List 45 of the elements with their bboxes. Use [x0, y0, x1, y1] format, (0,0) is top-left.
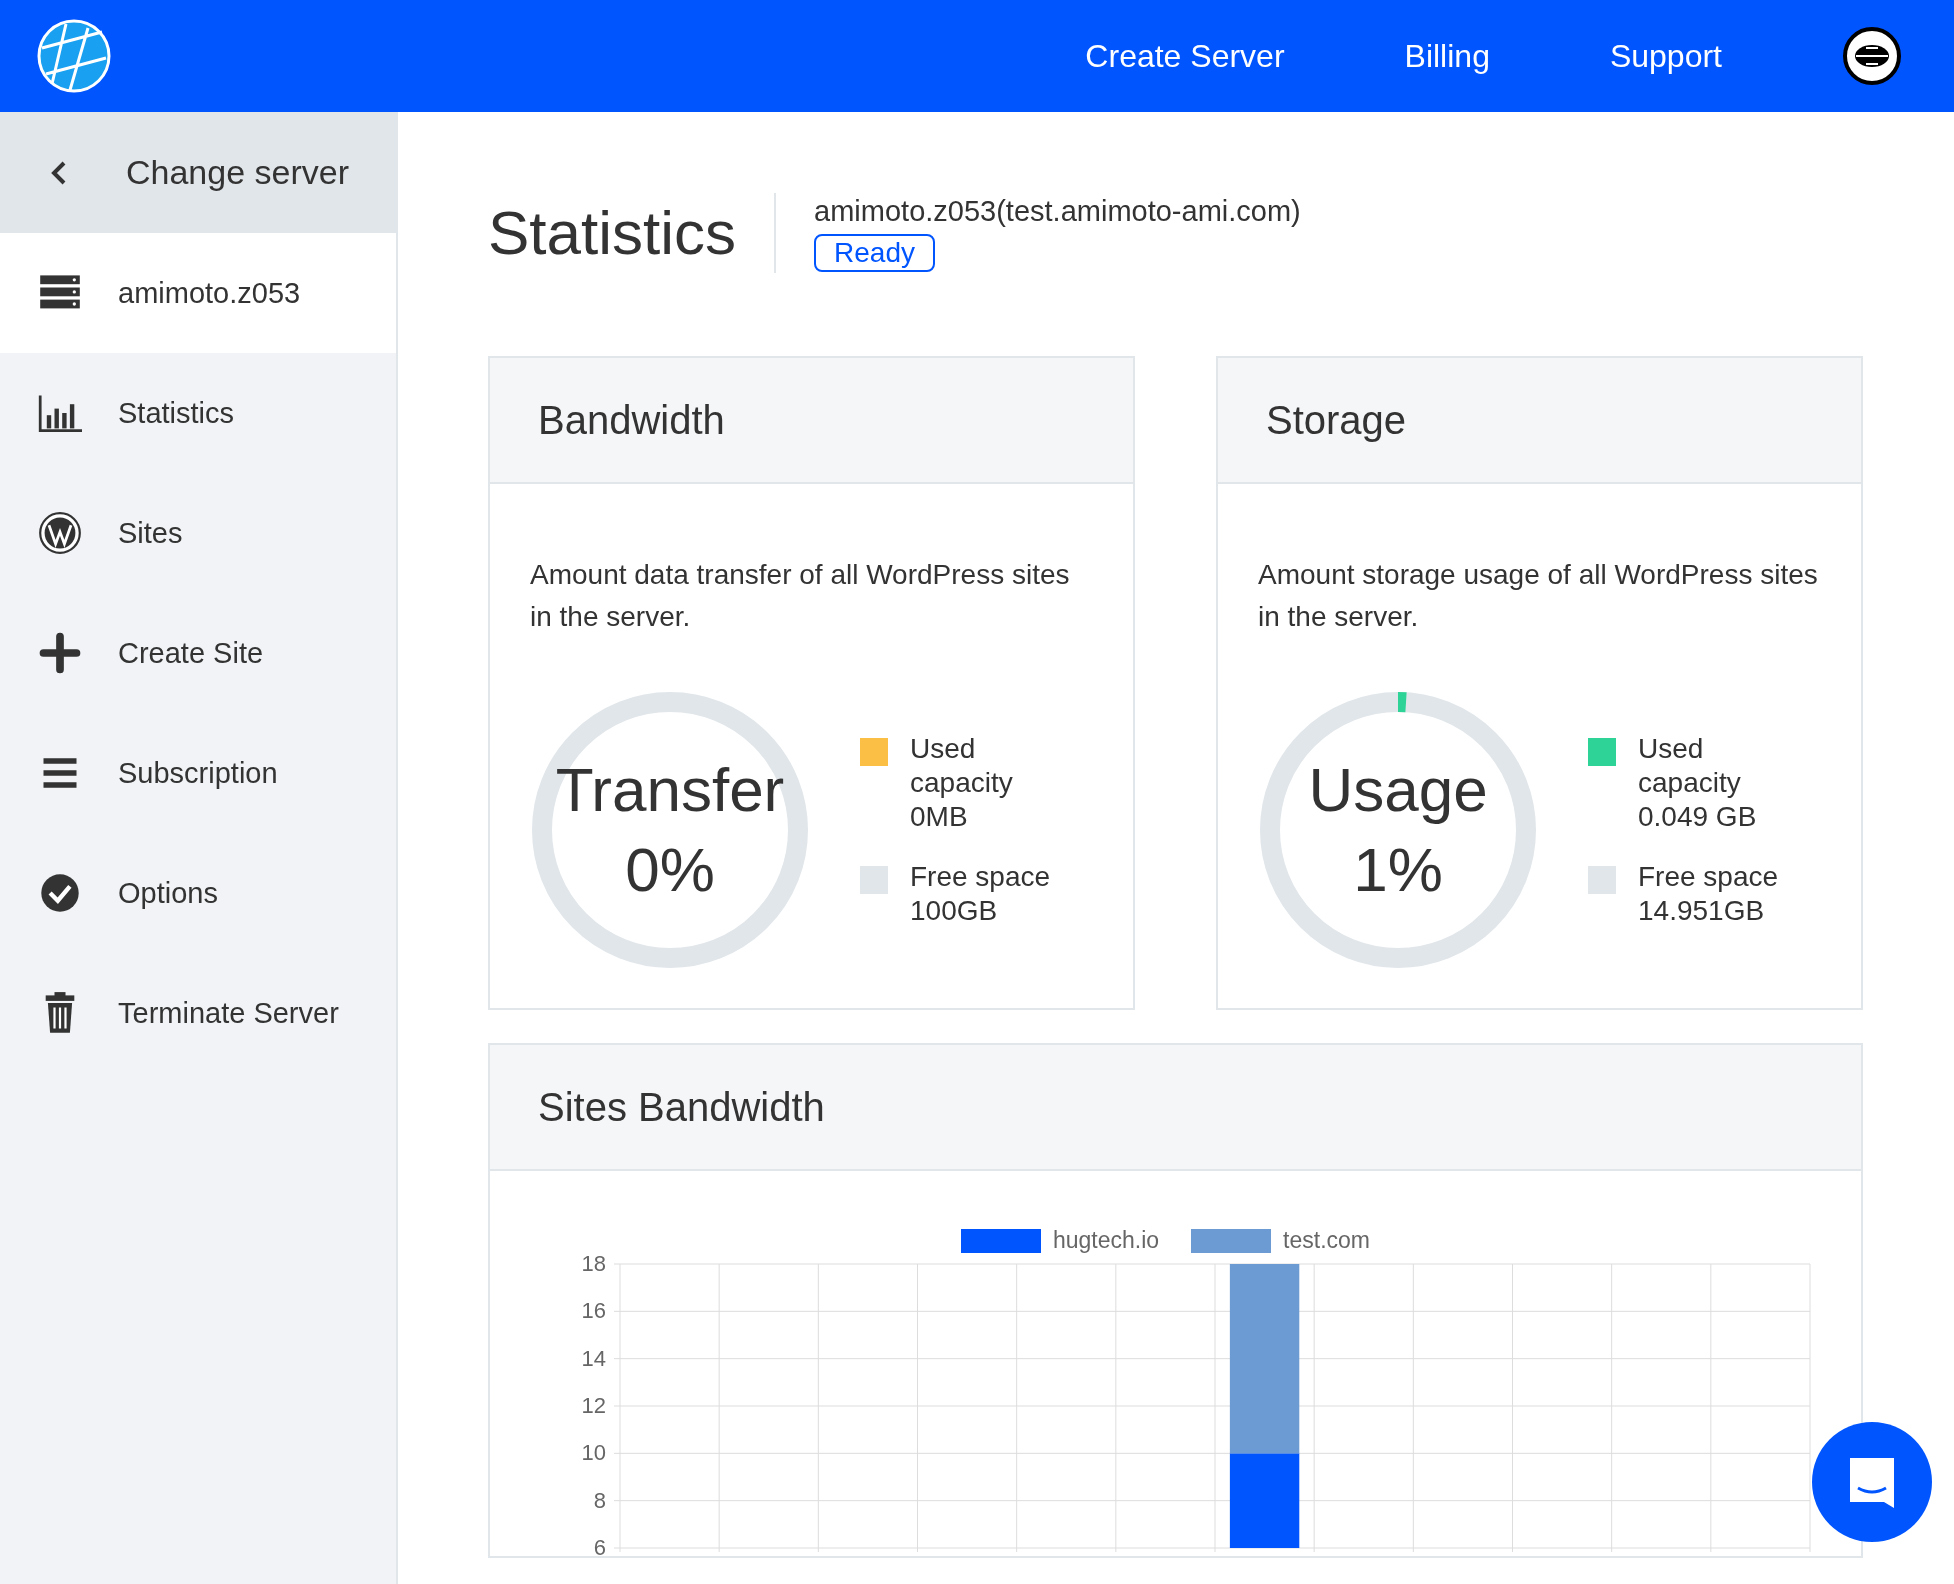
plus-icon — [38, 631, 82, 675]
legend-value: 14.951GB — [1638, 894, 1766, 928]
card-description: Amount data transfer of all WordPress sites in the server. — [530, 558, 1071, 634]
legend-label: Used capacity — [910, 732, 1014, 800]
sidebar-item[interactable]: Options — [0, 833, 396, 953]
legend-value: 0MB — [910, 800, 969, 834]
nav-link[interactable]: Support — [1609, 37, 1722, 75]
card-description: Amount storage usage of all WordPress sites in the server. — [1258, 558, 1818, 634]
legend-label: Free space — [910, 860, 1052, 894]
status-badge: Ready — [814, 233, 935, 272]
axis-tick-label: 8 — [593, 1487, 606, 1513]
page-title: Statistics — [488, 193, 777, 273]
legend-value: 0.049 GB — [1638, 800, 1758, 834]
logo-icon[interactable] — [36, 18, 112, 94]
gauge-label: Usage — [1308, 754, 1488, 826]
check-circle-icon — [38, 871, 82, 915]
card-title: Storage — [1218, 358, 1861, 484]
legend-value: 100GB — [910, 894, 999, 928]
axis-tick-label: 10 — [581, 1440, 606, 1466]
axis-tick-label: 16 — [581, 1298, 606, 1324]
sidebar-item[interactable]: Create Site — [0, 593, 396, 713]
axis-tick-label: 14 — [581, 1345, 606, 1371]
back-link[interactable]: Change server — [0, 112, 396, 233]
nav-link[interactable]: Create Server — [1085, 37, 1285, 75]
legend-label: Free space — [1638, 860, 1780, 894]
legend-label: Used capacity — [1638, 732, 1742, 800]
nav-link[interactable]: Billing — [1404, 37, 1490, 75]
sidebar-item[interactable]: amimoto.z053 — [0, 233, 396, 353]
sidebar-item[interactable]: Sites — [0, 473, 396, 593]
legend-label: test.com — [1283, 1227, 1371, 1254]
axis-tick-label: 6 — [593, 1535, 606, 1556]
card-title: Sites Bandwidth — [490, 1045, 1861, 1171]
axis-tick-label: 12 — [581, 1393, 606, 1418]
sidebar-item[interactable]: Statistics — [0, 353, 396, 473]
card-title: Bandwidth — [490, 358, 1133, 484]
wordpress-icon — [38, 511, 82, 555]
legend-label: hugtech.io — [1052, 1227, 1160, 1254]
sidebar-item[interactable]: Subscription — [0, 713, 396, 833]
axis-tick-label: 18 — [581, 1256, 606, 1276]
gauge-value: 0% — [625, 834, 715, 906]
gauge-value: 1% — [1353, 834, 1443, 906]
server-name: amimoto.z053(test.amimoto-ami.com) — [814, 194, 1301, 228]
avatar-icon[interactable] — [1842, 26, 1902, 86]
gauge-label: Transfer — [555, 754, 785, 826]
sidebar-item[interactable]: Terminate Server — [0, 953, 396, 1073]
